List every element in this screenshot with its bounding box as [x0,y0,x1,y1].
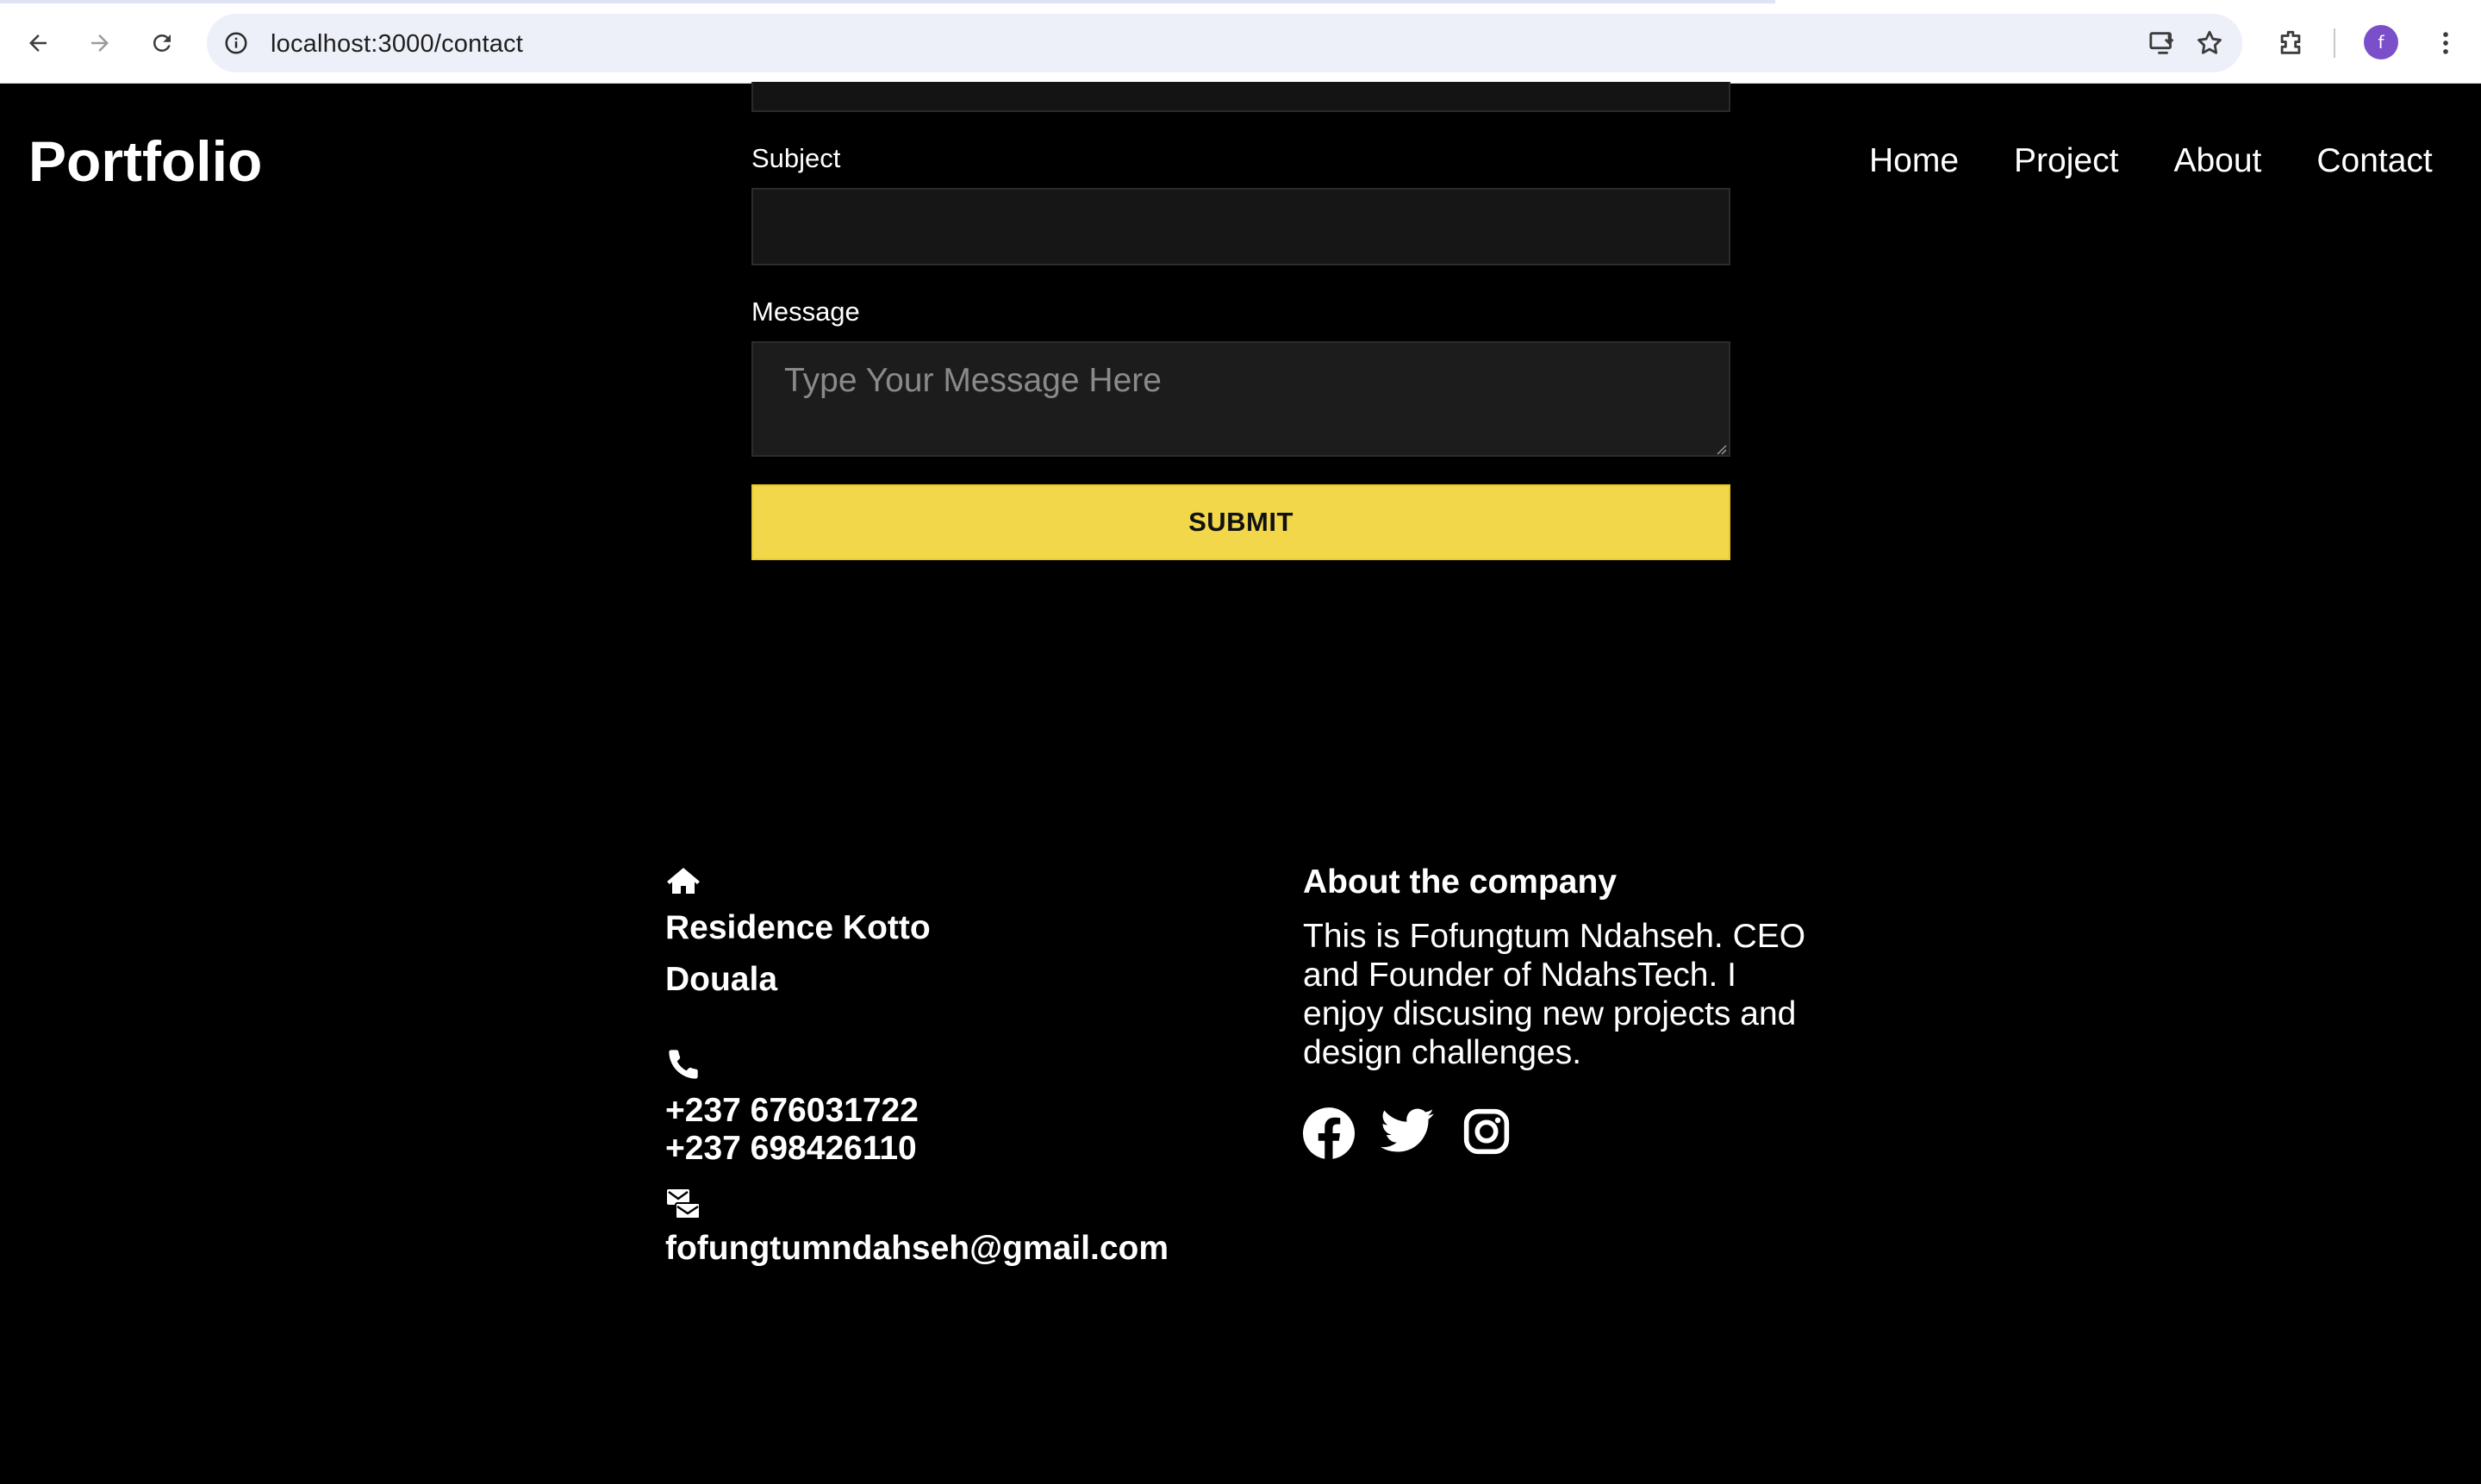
back-button[interactable] [17,22,59,64]
forward-arrow-icon [91,34,109,52]
bookmark-star-icon[interactable] [2192,26,2227,60]
resize-handle-icon[interactable] [1715,443,1727,455]
instagram-icon [1463,1108,1510,1155]
message-field[interactable] [751,341,1730,457]
phone-number-1[interactable]: +237 676031722 [665,1092,919,1130]
about-text: This is Fofungtum Ndahseh. CEO and Found… [1303,918,1806,1071]
about-title: About the company [1303,864,1618,901]
extensions-icon[interactable] [2270,22,2311,64]
nav-about[interactable]: About [2173,142,2261,180]
facebook-icon [1303,1107,1355,1159]
instagram-link[interactable] [1462,1107,1511,1156]
message-label: Message [751,296,860,327]
install-app-icon[interactable] [2146,26,2180,60]
reload-icon [153,34,171,52]
address-line-1: Residence Kotto [665,909,931,946]
address-bar[interactable]: localhost:3000/contact [207,14,2242,72]
tab-strip-edge [0,0,1775,3]
nav-contact[interactable]: Contact [2316,142,2432,180]
phone-number-2[interactable]: +237 698426110 [665,1130,917,1168]
twitter-icon [1381,1108,1434,1152]
address-line-2: Douala [665,961,778,998]
browser-toolbar: localhost:3000/contact f [0,0,2481,84]
email-address[interactable]: fofungtumndahseh@gmail.com [665,1230,1169,1268]
url-text: localhost:3000/contact [271,30,523,58]
subject-label: Subject [751,143,841,173]
reload-button[interactable] [141,22,183,64]
nav-home[interactable]: Home [1869,142,1959,180]
profile-avatar[interactable]: f [2364,25,2398,59]
subject-field[interactable] [751,188,1730,265]
home-icon [667,868,700,894]
phone-icon [669,1050,698,1079]
nav-project[interactable]: Project [2014,142,2118,180]
toolbar-divider [2334,28,2335,58]
brand-logo[interactable]: Portfolio [28,128,262,194]
email-field-bottom-edge[interactable] [751,82,1730,112]
main-nav: Home Project About Contact [1869,142,2433,180]
site-info-icon[interactable] [219,26,253,60]
back-arrow-icon [29,34,47,52]
twitter-link[interactable] [1381,1107,1434,1154]
page-content: Portfolio Home Project About Contact Sub… [0,82,2481,1484]
menu-kebab-icon[interactable] [2425,22,2466,64]
submit-button[interactable]: SUBMIT [751,484,1730,560]
facebook-link[interactable] [1303,1107,1355,1159]
forward-button[interactable] [79,22,121,64]
mail-icon [667,1189,701,1219]
